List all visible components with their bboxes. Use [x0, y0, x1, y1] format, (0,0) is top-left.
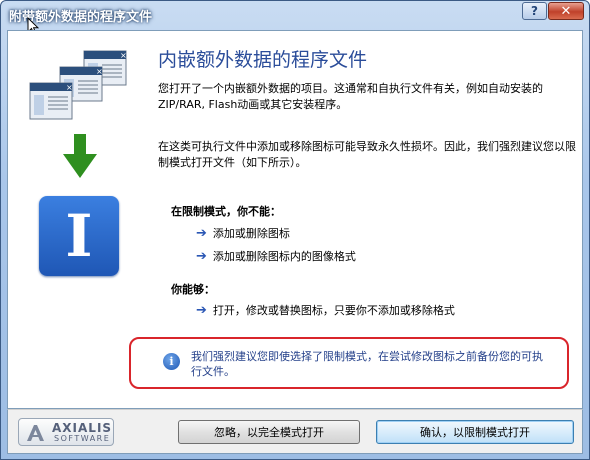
- list-item: ➔ 打开，修改或替换图标，只要你不添加或移除格式: [196, 302, 455, 318]
- open-full-mode-button[interactable]: 忽略，以完全模式打开: [178, 420, 360, 444]
- svg-text:×: ×: [66, 83, 73, 92]
- title-bar[interactable]: 附带额外数据的程序文件 ? ✕: [1, 1, 589, 29]
- list-item: ➔ 添加或删除图标: [196, 225, 290, 241]
- right-arrow-icon: ➔: [196, 225, 207, 241]
- intro-paragraph: 您打开了一个内嵌额外数据的项目。这通常和自执行文件有关，例如自动安装的ZIP/R…: [158, 82, 543, 111]
- backup-notice: i 我们强烈建议您即使选择了限制模式，在尝试修改图标之前备份您的可执行文件。: [129, 337, 569, 389]
- axialis-logo: AXIALIS SOFTWARE: [18, 418, 114, 446]
- logo-name: AXIALIS: [52, 421, 113, 435]
- info-icon: i: [163, 353, 180, 370]
- button-bar: AXIALIS SOFTWARE 忽略，以完全模式打开 确认，以限制模式打开: [7, 409, 583, 454]
- axialis-logo-icon: [27, 425, 44, 441]
- right-arrow-icon: ➔: [196, 248, 207, 264]
- app-icon: I: [39, 196, 119, 276]
- list-item: ➔ 添加或删除图标内的图像格式: [196, 248, 356, 264]
- close-button[interactable]: ✕: [548, 2, 584, 20]
- app-icon-letter: I: [65, 202, 93, 270]
- page-title: 内嵌额外数据的程序文件: [158, 49, 368, 71]
- dialog-window: 附带额外数据的程序文件 ? ✕ × × × I 内嵌额外数据的程序文件 您打开了…: [0, 0, 590, 460]
- list-item-label: 添加或删除图标内的图像格式: [212, 250, 356, 263]
- stacked-windows-icon: × × ×: [29, 50, 127, 120]
- warning-paragraph: 在这类可执行文件中添加或移除图标可能导致永久性损坏。因此，我们强烈建议您以限制模…: [158, 140, 576, 169]
- notice-text: 我们强烈建议您即使选择了限制模式，在尝试修改图标之前备份您的可执行文件。: [191, 350, 543, 378]
- open-restricted-mode-button[interactable]: 确认，以限制模式打开: [376, 420, 574, 444]
- restricted-mode-title: 在限制模式，你不能：: [171, 205, 281, 218]
- svg-text:×: ×: [96, 67, 103, 76]
- can-title: 你能够：: [171, 283, 215, 296]
- list-item-label: 打开，修改或替换图标，只要你不添加或移除格式: [212, 304, 455, 317]
- help-button[interactable]: ?: [522, 2, 547, 20]
- logo-subtitle: SOFTWARE: [54, 434, 111, 443]
- svg-text:×: ×: [120, 51, 127, 60]
- right-arrow-icon: ➔: [196, 302, 207, 318]
- list-item-label: 添加或删除图标: [212, 227, 290, 240]
- down-arrow-icon: [63, 134, 97, 178]
- content-area: × × × I 内嵌额外数据的程序文件 您打开了一个内嵌额外数据的项目。这通常和…: [7, 30, 583, 409]
